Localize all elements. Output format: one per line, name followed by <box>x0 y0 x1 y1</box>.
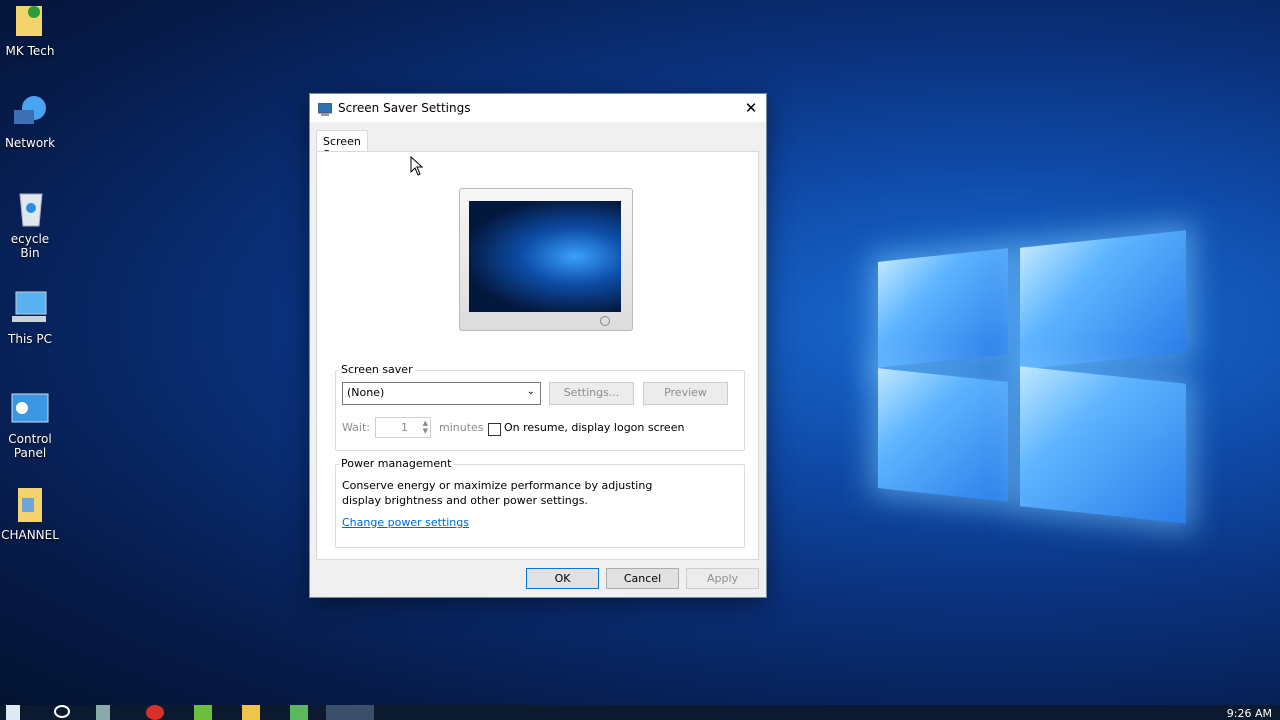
close-button[interactable]: ✕ <box>736 94 766 122</box>
desktop-icon-label: CHANNEL <box>1 528 59 542</box>
network-icon <box>10 92 50 132</box>
app-icon[interactable] <box>290 705 308 720</box>
mouse-cursor-icon <box>410 156 424 176</box>
desktop-icon-control-panel[interactable]: Control Panel <box>0 388 60 460</box>
change-power-settings-link[interactable]: Change power settings <box>342 516 469 529</box>
taskbar-clock[interactable]: 9:26 AM <box>1227 707 1272 720</box>
logon-checkbox[interactable] <box>488 423 501 436</box>
power-management-label: Power management <box>339 457 454 470</box>
wait-spinner[interactable]: 1 ▲ ▼ <box>375 417 431 438</box>
desktop-icon-mk-tech[interactable]: MK Tech <box>0 0 60 58</box>
desktop-icon-label: ecycle Bin <box>10 232 50 260</box>
screen-saver-selected: (None) <box>347 386 385 399</box>
spinner-arrows-icon[interactable]: ▲ ▼ <box>423 419 428 435</box>
control-panel-icon <box>10 388 50 428</box>
monitor-preview <box>459 188 633 331</box>
desktop-icon-this-pc[interactable]: This PC <box>0 288 60 346</box>
desktop-icon-label: Control Panel <box>8 432 52 460</box>
title-bar[interactable]: Screen Saver Settings ✕ <box>310 94 766 122</box>
screen-saver-select[interactable]: (None) ⌄ <box>342 382 541 405</box>
wait-value: 1 <box>401 421 408 434</box>
windows-logo-wallpaper <box>870 215 1190 535</box>
desktop-icon-network[interactable]: Network <box>0 92 60 150</box>
folder-user-icon <box>10 0 50 40</box>
file-explorer-icon[interactable] <box>242 705 260 720</box>
preview-screen <box>469 201 621 312</box>
apply-button[interactable]: Apply <box>686 568 759 589</box>
cancel-button[interactable]: Cancel <box>606 568 679 589</box>
taskbar: 9:26 AM <box>0 705 1280 720</box>
this-pc-icon <box>10 288 50 328</box>
screen-saver-settings-dialog: Screen Saver Settings ✕ Screen Saver Scr… <box>309 93 767 598</box>
search-icon[interactable] <box>54 705 70 718</box>
recycle-bin-icon <box>10 188 50 228</box>
desktop-icon-label: Network <box>4 136 56 150</box>
screen-saver-group-label: Screen saver <box>339 363 415 376</box>
monitor-power-icon <box>600 316 610 326</box>
desktop-icon-label: MK Tech <box>5 44 55 58</box>
active-app-icon[interactable] <box>326 705 374 720</box>
desktop-icon-channel[interactable]: CHANNEL <box>0 484 60 542</box>
camtasia-icon[interactable] <box>194 705 212 720</box>
power-description: Conserve energy or maximize performance … <box>342 479 653 507</box>
settings-button[interactable]: Settings... <box>549 382 634 405</box>
start-button-icon[interactable] <box>6 705 20 720</box>
desktop-icon-recycle-bin[interactable]: ecycle Bin <box>0 188 60 260</box>
task-view-icon[interactable] <box>96 705 110 720</box>
dialog-title: Screen Saver Settings <box>338 101 471 115</box>
folder-icon <box>10 484 50 524</box>
wait-label: Wait: <box>342 421 370 434</box>
desktop-icon-label: This PC <box>8 332 52 346</box>
screen-saver-app-icon <box>317 101 333 116</box>
logon-checkbox-label[interactable]: On resume, display logon screen <box>504 421 684 434</box>
preview-button[interactable]: Preview <box>643 382 728 405</box>
minutes-label: minutes <box>439 421 484 434</box>
ok-button[interactable]: OK <box>526 568 599 589</box>
tab-panel: Screen saver (None) ⌄ Settings... Previe… <box>316 151 759 560</box>
chevron-down-icon: ⌄ <box>526 386 535 397</box>
chrome-icon[interactable] <box>146 705 164 720</box>
